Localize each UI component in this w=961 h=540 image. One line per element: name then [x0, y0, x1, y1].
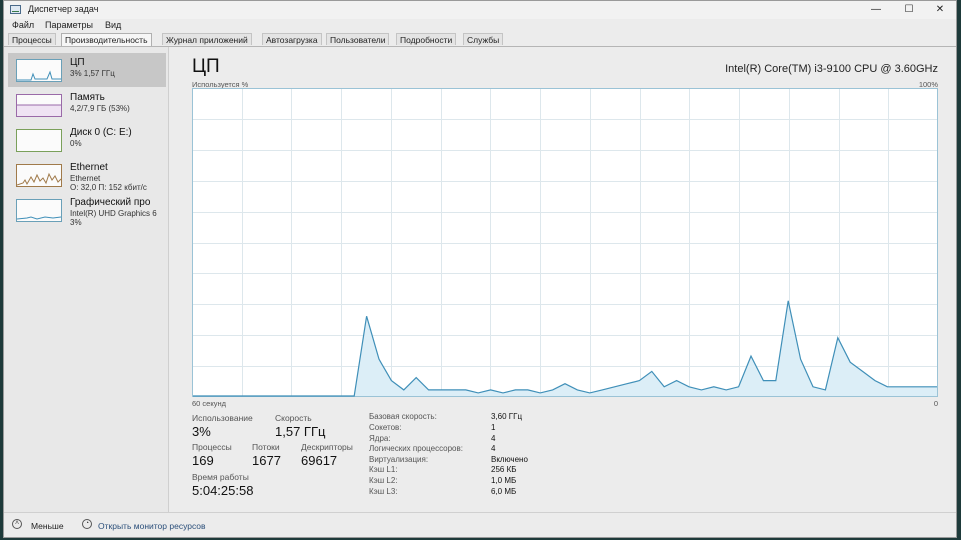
sidebar-item-value: 0% — [70, 139, 82, 148]
tab-processes[interactable]: Процессы — [8, 33, 56, 45]
window-title: Диспетчер задач — [28, 4, 99, 14]
sidebar-item-ethernet[interactable]: Ethernet Ethernet О: 32,0 П: 152 кбит/с — [8, 158, 166, 192]
menu-options[interactable]: Параметры — [45, 20, 93, 30]
usage-value: 3% — [192, 424, 211, 439]
cpu-usage-graph — [192, 88, 938, 397]
sidebar-item-value: Ethernet — [70, 174, 101, 183]
footer-bar: ˄ Меньше ◔ Открыть монитор ресурсов — [4, 512, 956, 537]
spec-key: Кэш L2: — [369, 476, 398, 485]
gpu-thumbnail-graph — [16, 199, 62, 222]
sidebar-item-gpu[interactable]: Графический про Intel(R) UHD Graphics 6 … — [8, 193, 166, 227]
threads-label: Потоки — [252, 442, 280, 452]
speed-value: 1,57 ГГц — [275, 424, 326, 439]
sidebar-item-cpu[interactable]: ЦП 3% 1,57 ГГц — [8, 53, 166, 87]
spec-key: Базовая скорость: — [369, 412, 437, 421]
uptime-value: 5:04:25:58 — [192, 483, 254, 498]
tab-bar: Процессы Производительность Журнал прило… — [4, 33, 956, 47]
graph-x-label: 60 секунд — [192, 399, 226, 408]
speed-label: Скорость — [275, 413, 312, 423]
spec-value: 3,60 ГГц — [491, 412, 523, 421]
graph-x-min-label: 0 — [933, 399, 938, 408]
tab-startup[interactable]: Автозагрузка — [262, 33, 322, 45]
spec-key: Кэш L1: — [369, 465, 398, 474]
handles-label: Дескрипторы — [301, 442, 353, 452]
sidebar-item-disk[interactable]: Диск 0 (C: E:) 0% — [8, 123, 166, 157]
sidebar-item-usage: 3% — [70, 218, 82, 227]
spec-value: 1 — [491, 423, 496, 432]
menu-view[interactable]: Вид — [105, 20, 121, 30]
memory-thumbnail-graph — [16, 94, 62, 117]
uptime-label: Время работы — [192, 472, 249, 482]
handles-value: 69617 — [301, 453, 338, 468]
tab-app-history[interactable]: Журнал приложений — [162, 33, 252, 45]
sidebar-item-label: Ethernet — [70, 162, 108, 173]
menu-file[interactable]: Файл — [12, 20, 34, 30]
processes-value: 169 — [192, 453, 214, 468]
sidebar-item-label: Диск 0 (C: E:) — [70, 127, 132, 138]
page-title: ЦП — [192, 56, 220, 77]
close-button[interactable]: ✕ — [926, 2, 954, 18]
tab-details[interactable]: Подробности — [396, 33, 457, 45]
cpu-model-name: Intel(R) Core(TM) i3-9100 CPU @ 3.60GHz — [725, 63, 938, 75]
cpu-usage-graph-svg — [192, 88, 938, 397]
spec-value: 256 КБ — [491, 465, 517, 474]
spec-key: Ядра: — [369, 434, 391, 443]
spec-value: 1,0 МБ — [491, 476, 517, 485]
open-resource-monitor-link[interactable]: Открыть монитор ресурсов — [98, 521, 206, 531]
processes-label: Процессы — [192, 442, 232, 452]
tab-users[interactable]: Пользователи — [326, 33, 390, 45]
spec-key: Кэш L3: — [369, 487, 398, 496]
threads-value: 1677 — [252, 453, 281, 468]
spec-key: Логических процессоров: — [369, 444, 463, 453]
sidebar-item-label: ЦП — [70, 57, 85, 68]
spec-value: 4 — [491, 434, 496, 443]
minimize-button[interactable]: — — [862, 2, 890, 18]
spec-value: Включено — [491, 455, 528, 464]
sidebar-item-value: Intel(R) UHD Graphics 6 — [70, 209, 157, 218]
sidebar-item-label: Память — [70, 92, 105, 103]
spec-key: Сокетов: — [369, 423, 402, 432]
fewer-details-button[interactable]: Меньше — [31, 521, 64, 531]
usage-label: Использование — [192, 413, 253, 423]
graph-background — [192, 88, 938, 397]
spec-value: 4 — [491, 444, 496, 453]
resource-monitor-icon: ◔ — [82, 519, 92, 529]
cpu-detail-panel: ЦП Intel(R) Core(TM) i3-9100 CPU @ 3.60G… — [170, 47, 956, 512]
maximize-button[interactable]: ☐ — [895, 2, 923, 18]
spec-value: 6,0 МБ — [491, 487, 517, 496]
cpu-thumbnail-graph — [16, 59, 62, 82]
sidebar-item-throughput: О: 32,0 П: 152 кбит/с — [70, 183, 147, 192]
sidebar-item-memory[interactable]: Память 4,2/7,9 ГБ (53%) — [8, 88, 166, 122]
task-manager-app-icon — [10, 5, 21, 14]
performance-sidebar: ЦП 3% 1,57 ГГц Память 4,2/7,9 ГБ (53%) Д… — [4, 47, 169, 512]
spec-key: Виртуализация: — [369, 455, 429, 464]
ethernet-thumbnail-graph — [16, 164, 62, 187]
tab-services[interactable]: Службы — [463, 33, 504, 45]
sidebar-item-value: 3% 1,57 ГГц — [70, 69, 115, 78]
menu-bar: Файл Параметры Вид — [4, 19, 956, 33]
disk-thumbnail-graph — [16, 129, 62, 152]
chevron-up-icon[interactable]: ˄ — [12, 519, 22, 529]
tab-performance[interactable]: Производительность — [61, 33, 152, 46]
title-bar[interactable]: Диспетчер задач — ☐ ✕ — [4, 1, 956, 19]
task-manager-window: Диспетчер задач — ☐ ✕ Файл Параметры Вид… — [3, 0, 957, 538]
sidebar-item-value: 4,2/7,9 ГБ (53%) — [70, 104, 130, 113]
sidebar-item-label: Графический про — [70, 197, 151, 208]
